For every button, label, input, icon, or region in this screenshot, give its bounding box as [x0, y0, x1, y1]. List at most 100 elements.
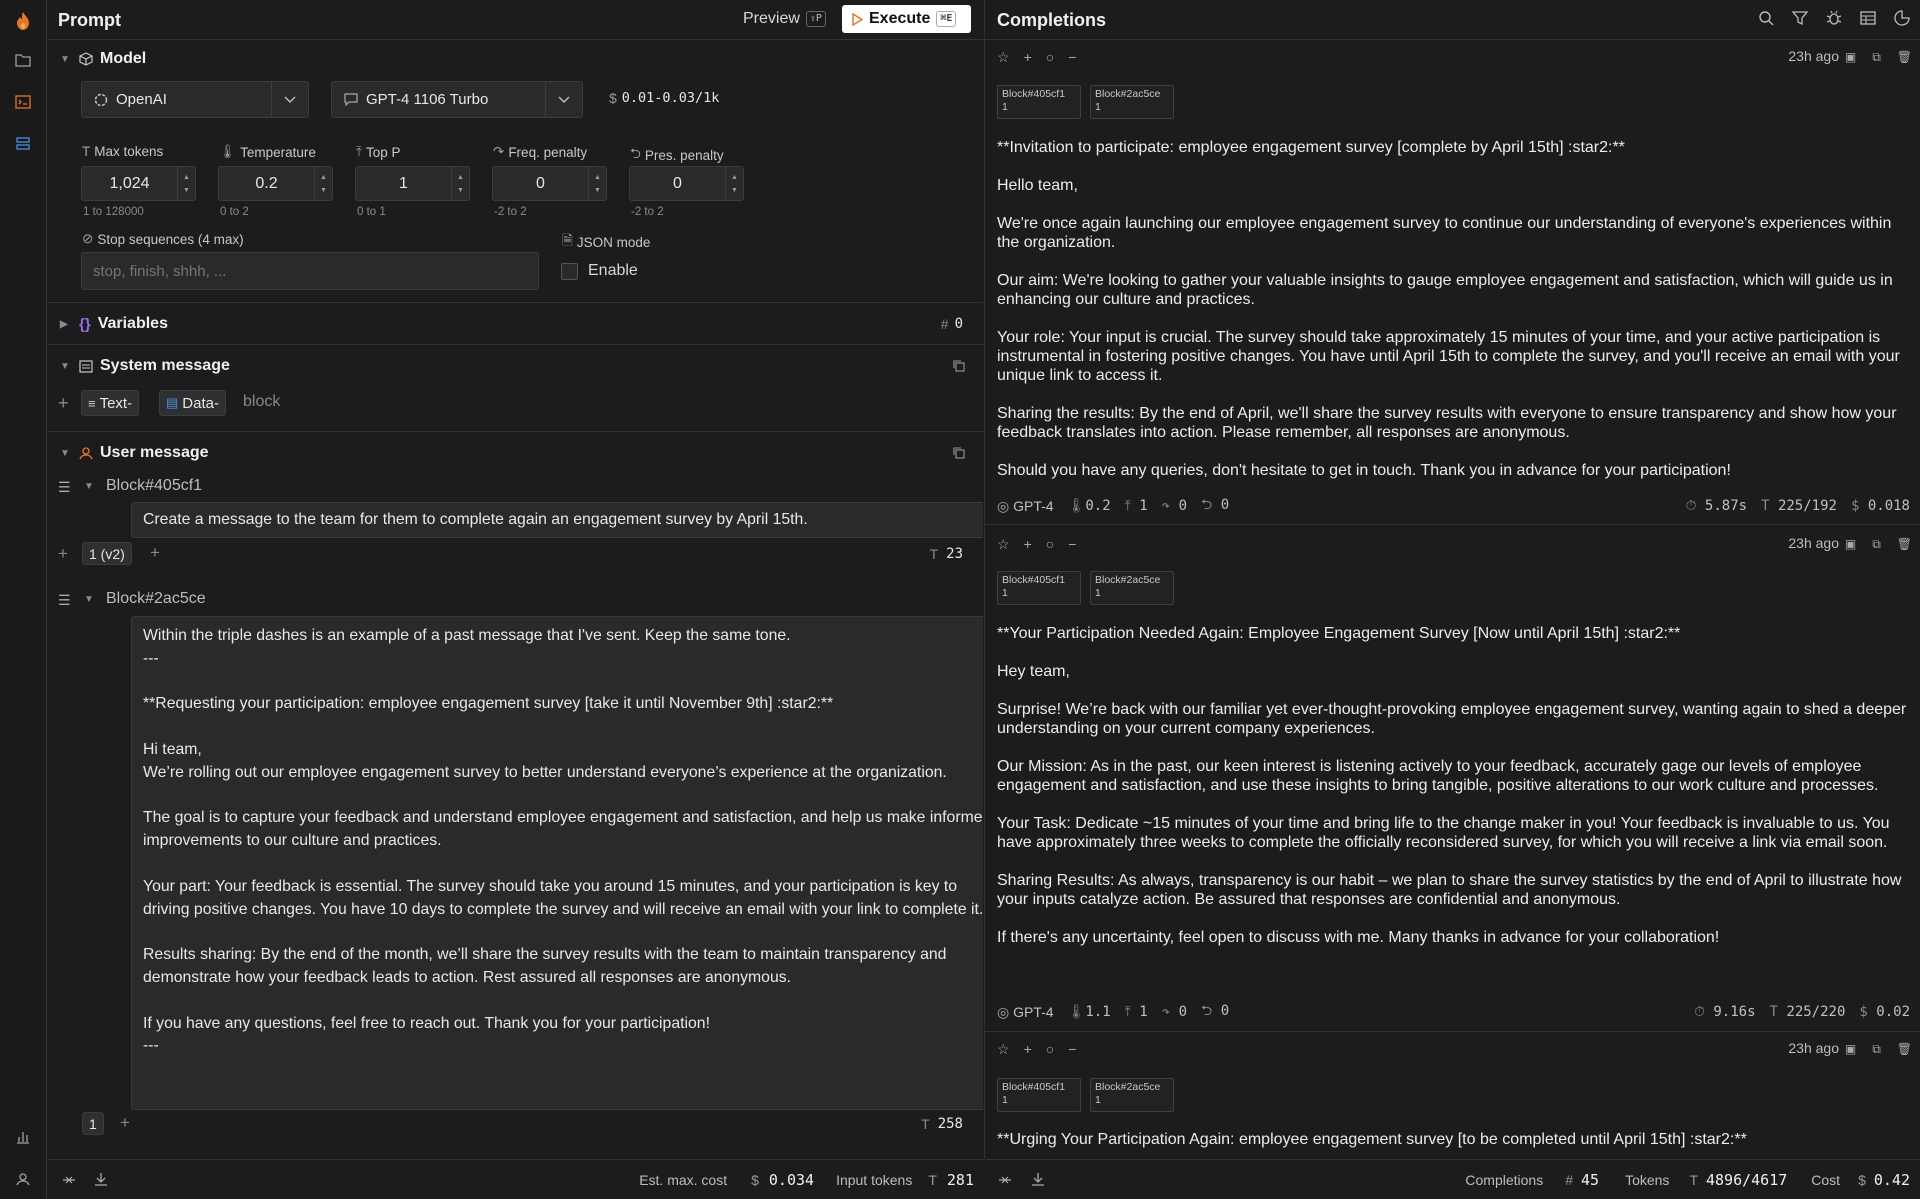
provider-select[interactable]: OpenAI	[81, 81, 309, 118]
variables-section-header[interactable]: ▶ {} Variables	[60, 315, 168, 333]
download-icon[interactable]	[1031, 1172, 1045, 1187]
preview-button[interactable]: Preview ⇧P	[743, 10, 826, 28]
star-icon[interactable]: ☆	[997, 536, 1010, 553]
stop-sequences-input[interactable]	[81, 252, 539, 290]
add-icon[interactable]: +	[1024, 1041, 1032, 1058]
collapse-all-icon[interactable]	[998, 1173, 1012, 1187]
input-tokens-value: 281	[946, 1171, 974, 1189]
pres-penalty-label: ⮌ Pres. penalty	[630, 144, 724, 167]
stepper[interactable]: ▲ ▼	[314, 167, 332, 200]
max-tokens-range: 1 to 128000	[83, 206, 144, 218]
chart-icon[interactable]	[1894, 10, 1910, 26]
block-tag[interactable]: Block#405cf1 1	[997, 85, 1081, 119]
user-message-header[interactable]: ▼ User message	[60, 444, 209, 462]
execute-shortcut: ⌘E	[936, 11, 957, 27]
freq-penalty-input[interactable]: 0 ▲ ▼	[492, 166, 607, 201]
stack-icon[interactable]	[8, 129, 38, 159]
image-icon[interactable]: ▣	[1845, 537, 1856, 552]
trash-icon[interactable]: 🗑	[1897, 537, 1912, 552]
model-section-header[interactable]: ▼ Model	[60, 50, 146, 68]
block-405cf1-text[interactable]: Create a message to the team for them to…	[131, 502, 983, 538]
json-mode-toggle[interactable]: Enable	[561, 262, 638, 280]
repeat-icon: ↷	[1161, 1004, 1171, 1020]
price-value: 0.01-0.03/1k	[621, 90, 720, 106]
block-2ac5ce-version[interactable]: 1	[82, 1112, 104, 1135]
max-tokens-input[interactable]: 1,024 ▲ ▼	[81, 166, 196, 201]
block-405cf1-header[interactable]: ▼ Block#405cf1	[84, 477, 202, 495]
block-2ac5ce-text[interactable]: Within the triple dashes is an example o…	[131, 616, 983, 1110]
execute-button[interactable]: Execute ⌘E	[842, 5, 971, 33]
star-icon[interactable]: ☆	[997, 49, 1010, 66]
max-tokens-label: T Max tokens	[82, 144, 164, 159]
model-select[interactable]: GPT-4 1106 Turbo	[331, 81, 583, 118]
collapse-all-icon[interactable]	[62, 1173, 76, 1187]
chat-bubble-icon	[344, 93, 358, 106]
arrow-up-icon: ⤒	[356, 144, 362, 159]
bug-icon[interactable]	[1826, 10, 1842, 26]
minus-icon[interactable]: −	[1068, 49, 1076, 66]
app-sidebar	[0, 0, 47, 1199]
image-icon[interactable]: ▣	[1845, 50, 1856, 65]
add-icon[interactable]: +	[1024, 49, 1032, 66]
trash-icon[interactable]: 🗑	[1897, 50, 1912, 65]
download-icon[interactable]	[94, 1172, 108, 1187]
data-block-chip[interactable]: ▤ Data-	[159, 390, 226, 416]
preview-shortcut: ⇧P	[805, 11, 826, 27]
completion-text[interactable]: **Your Participation Needed Again: Emplo…	[997, 624, 1912, 966]
folder-icon[interactable]	[8, 45, 38, 75]
copy-icon[interactable]	[953, 360, 965, 372]
variables-count: #0	[940, 316, 963, 332]
block-tag[interactable]: Block#2ac5ce 1	[1090, 571, 1174, 605]
star-icon[interactable]: ☆	[997, 1041, 1010, 1058]
drag-handle-icon[interactable]: ☰	[58, 592, 71, 609]
pres-penalty-input[interactable]: 0 ▲ ▼	[629, 166, 744, 201]
filter-icon[interactable]	[1792, 10, 1808, 26]
chart-icon[interactable]	[8, 1122, 38, 1152]
stepper[interactable]: ▲ ▼	[177, 167, 195, 200]
circle-icon[interactable]: ○	[1046, 536, 1054, 553]
copy-icon[interactable]: ⧉	[1872, 50, 1881, 65]
top-p-input[interactable]: 1 ▲ ▼	[355, 166, 470, 201]
circle-icon[interactable]: ○	[1046, 1041, 1054, 1058]
add-version-plus-icon[interactable]: +	[150, 543, 160, 563]
copy-icon[interactable]: ⧉	[1872, 1042, 1881, 1057]
drag-handle-icon[interactable]: ☰	[58, 479, 71, 496]
copy-icon[interactable]: ⧉	[1872, 537, 1881, 552]
prompt-editor-icon[interactable]	[8, 87, 38, 117]
block-tag[interactable]: Block#2ac5ce 1	[1090, 85, 1174, 119]
completion-text[interactable]: **Invitation to participate: employee en…	[997, 138, 1912, 499]
stepper[interactable]: ▲ ▼	[588, 167, 606, 200]
minus-icon[interactable]: −	[1068, 536, 1076, 553]
stepper[interactable]: ▲ ▼	[725, 167, 743, 200]
model-section-title: Model	[100, 50, 147, 67]
search-icon[interactable]	[1758, 10, 1774, 26]
chevron-down-icon	[284, 96, 296, 104]
temperature-input[interactable]: 0.2 ▲ ▼	[218, 166, 333, 201]
block-405cf1-version[interactable]: 1 (v2)	[82, 542, 132, 565]
copy-icon[interactable]	[953, 447, 965, 459]
add-icon[interactable]: +	[1024, 536, 1032, 553]
top-p-label: ⤒ Top P	[356, 144, 401, 160]
circle-icon[interactable]: ○	[1046, 49, 1054, 66]
block-tag[interactable]: Block#405cf1 1	[997, 1078, 1081, 1112]
json-mode-checkbox[interactable]	[561, 262, 578, 280]
minus-icon[interactable]: −	[1068, 1041, 1076, 1058]
image-icon[interactable]: ▣	[1845, 1042, 1856, 1057]
block-tag[interactable]: Block#2ac5ce 1	[1090, 1078, 1174, 1112]
completion-card: ☆ + ○ − 23h ago ▣ ⧉ 🗑 Block#405cf1 1 Bloc…	[985, 1032, 1920, 1159]
block-tag[interactable]: Block#405cf1 1	[997, 571, 1081, 605]
table-icon[interactable]	[1860, 10, 1876, 26]
flame-logo-icon[interactable]	[8, 6, 38, 36]
user-icon[interactable]	[8, 1164, 38, 1194]
text-block-chip[interactable]: ≡ Text-	[81, 390, 140, 416]
add-block-plus-icon[interactable]: +	[58, 393, 69, 414]
system-message-header[interactable]: ▼ System message	[60, 357, 230, 375]
block-2ac5ce-header[interactable]: ▼ Block#2ac5ce	[84, 590, 206, 608]
dollar-icon: $	[1858, 1172, 1866, 1188]
stepper[interactable]: ▲ ▼	[451, 167, 469, 200]
add-plus-icon[interactable]: +	[58, 544, 68, 564]
trash-icon[interactable]: 🗑	[1897, 1042, 1912, 1057]
completion-text[interactable]: **Urging Your Participation Again: emplo…	[997, 1130, 1912, 1159]
add-version-plus-icon[interactable]: +	[120, 1113, 130, 1133]
loop-icon: ⮌	[1201, 497, 1213, 513]
